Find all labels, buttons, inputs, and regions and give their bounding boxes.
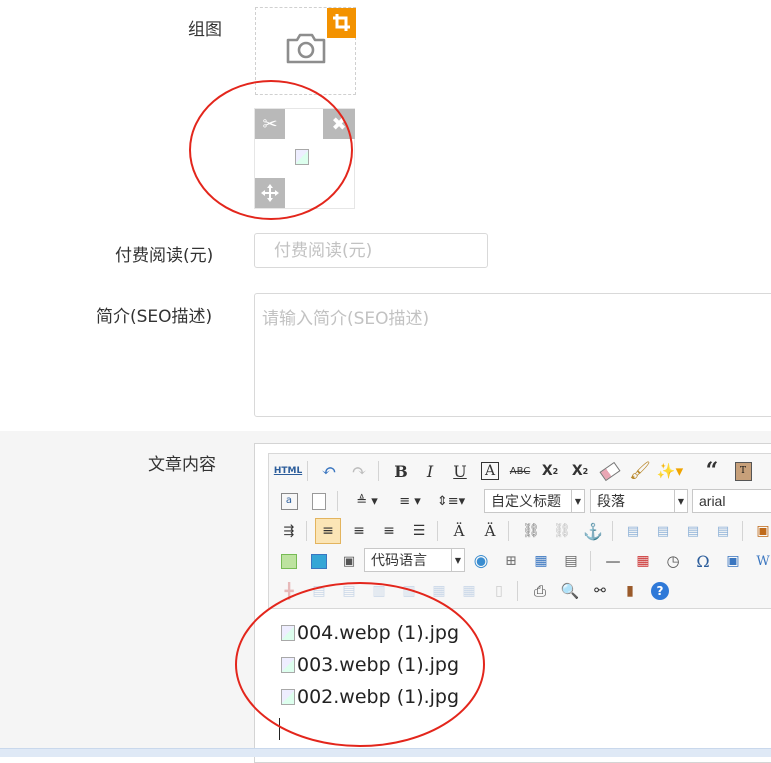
image-right-icon[interactable]: ▤	[682, 520, 704, 542]
align-center-button[interactable]: ≡	[348, 520, 370, 542]
superscript-button[interactable]: X2	[539, 460, 561, 482]
paragraph-select-value: 段落	[597, 494, 625, 510]
redo-icon[interactable]: ↷	[348, 460, 370, 482]
heading-select-value: 自定义标题	[491, 494, 561, 510]
justify-button[interactable]: ☰	[408, 520, 430, 542]
paragraph-select[interactable]: 段落 ▼	[590, 489, 688, 513]
rtl-direction-icon[interactable]: Ä	[448, 520, 470, 542]
insert-image-icon[interactable]: ▣	[752, 520, 771, 542]
annotation-circle-gallery	[189, 80, 353, 220]
chevron-down-icon: ▼	[571, 490, 584, 512]
chevron-down-icon: ▼	[674, 490, 687, 512]
font-border-button[interactable]: A	[479, 460, 501, 482]
code-language-select-value: 代码语言	[371, 553, 427, 569]
image-left-icon[interactable]: ▤	[652, 520, 674, 542]
search-replace-icon[interactable]: ⚯	[589, 580, 611, 602]
screenshot-icon[interactable]: ▣	[722, 550, 744, 572]
html-source-button[interactable]: HTML	[274, 460, 302, 482]
font-family-select-value: arial	[699, 493, 726, 509]
video-icon[interactable]: ▣	[338, 550, 360, 572]
intro-textarea[interactable]	[254, 293, 771, 417]
print-icon[interactable]: ⎙	[529, 580, 551, 602]
row-spacing-top-icon[interactable]: ≜ ▾	[350, 490, 384, 512]
crop-button[interactable]	[327, 8, 356, 38]
special-char-icon[interactable]: Ω	[692, 550, 714, 572]
row-spacing-bottom-icon[interactable]: ≡ ▾	[393, 490, 427, 512]
image-center-icon[interactable]: ▤	[712, 520, 734, 542]
preview-icon[interactable]: 🔍	[559, 580, 581, 602]
paid-reading-input[interactable]	[254, 233, 488, 268]
intro-label: 简介(SEO描述)	[96, 307, 213, 327]
link-icon[interactable]: ⛓	[520, 520, 542, 542]
paid-reading-label: 付费阅读(元)	[115, 246, 214, 266]
attachment-icon[interactable]: ▤	[560, 550, 582, 572]
align-right-button[interactable]: ≡	[378, 520, 400, 542]
underline-button[interactable]: U	[449, 460, 471, 482]
word-import-icon[interactable]: W	[752, 550, 771, 572]
new-doc-icon[interactable]	[308, 490, 330, 512]
blockquote-icon[interactable]: “	[701, 458, 723, 484]
template-icon[interactable]: ▦	[530, 550, 552, 572]
insert-picture-icon[interactable]	[278, 550, 300, 572]
gallery-label: 组图	[188, 20, 222, 40]
bold-button[interactable]: B	[390, 460, 412, 482]
multi-image-icon[interactable]	[308, 550, 330, 572]
format-brush-icon[interactable]: 🖌	[629, 460, 651, 482]
chevron-down-icon: ▼	[451, 549, 464, 571]
content-label: 文章内容	[148, 455, 216, 475]
heading-select[interactable]: 自定义标题 ▼	[484, 489, 585, 513]
undo-icon[interactable]: ↶	[318, 460, 340, 482]
table-delete-icon[interactable]: ▯	[488, 580, 510, 602]
table-split-icon[interactable]: ▦	[458, 580, 480, 602]
indent-icon[interactable]: ⇶	[278, 520, 300, 542]
line-height-icon[interactable]: ⇕≡▾	[434, 490, 468, 512]
date-icon[interactable]: ▦	[632, 550, 654, 572]
subscript-button[interactable]: X2	[569, 460, 591, 482]
drafts-icon[interactable]: ▮	[619, 580, 641, 602]
time-icon[interactable]: ◷	[662, 550, 684, 572]
strikethrough-button[interactable]: ABC	[509, 460, 531, 482]
autotypeset-icon[interactable]: a	[278, 490, 300, 512]
help-icon[interactable]: ?	[649, 580, 671, 602]
camera-icon	[286, 33, 326, 64]
map-icon[interactable]: ⊞	[500, 550, 522, 572]
paste-text-icon[interactable]: T	[732, 460, 754, 482]
image-none-icon[interactable]: ▤	[622, 520, 644, 542]
eraser-icon[interactable]	[599, 460, 621, 482]
align-left-button[interactable]: ≡	[315, 518, 341, 544]
annotation-circle-content	[235, 582, 485, 747]
italic-button[interactable]: I	[419, 460, 441, 482]
font-family-select[interactable]: arial	[692, 489, 771, 513]
magic-wand-icon[interactable]: ✨▾	[657, 460, 683, 482]
crop-icon	[332, 14, 350, 31]
emotion-icon[interactable]: ◉	[470, 550, 492, 572]
unlink-icon[interactable]: ⛓	[551, 520, 573, 542]
ltr-direction-icon[interactable]: Ä	[479, 520, 501, 542]
anchor-icon[interactable]: ⚓	[582, 520, 604, 542]
horizontal-rule-icon[interactable]: —	[602, 550, 624, 572]
code-language-select[interactable]: 代码语言 ▼	[364, 548, 465, 572]
